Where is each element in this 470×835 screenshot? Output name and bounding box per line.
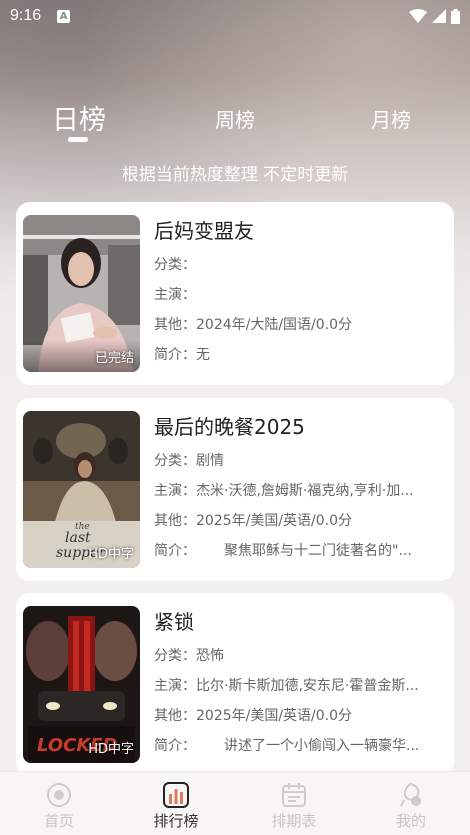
movie-title: 紧锁	[154, 610, 194, 634]
movie-card[interactable]: 已完结 后妈变盟友 分类： 主演： 其他：2024年/大陆/国语/0.0分 简介…	[16, 202, 454, 385]
tab-daily[interactable]: 日榜	[46, 98, 112, 137]
movie-cast: 主演：比尔·斯卡斯加德,安东尼·霍普金斯...	[154, 678, 419, 694]
movie-info: 后妈变盟友 分类： 主演： 其他：2024年/大陆/国语/0.0分 简介：无	[154, 216, 444, 366]
quality-badge: HD中字	[88, 547, 134, 562]
movie-intro: 简介： 聚焦耶稣与十二门徒著名的"...	[154, 543, 412, 559]
movie-cast: 主演：	[154, 287, 196, 303]
movie-other: 其他：2025年/美国/英语/0.0分	[154, 513, 353, 529]
movie-cast: 主演：杰米·沃德,詹姆斯·福克纳,亨利·加...	[154, 483, 414, 499]
wifi-icon	[409, 9, 427, 23]
movie-category: 分类：	[154, 257, 196, 273]
movie-category: 分类：恐怖	[154, 648, 224, 664]
status-icons	[409, 8, 460, 24]
movie-poster[interactable]: 已完结	[23, 215, 140, 372]
battery-icon	[451, 8, 460, 24]
status-badge: 已完结	[94, 351, 134, 366]
calendar-icon	[282, 783, 306, 807]
movie-card[interactable]: LOCKED HD中字 紧锁 分类：恐怖 主演：比尔·斯卡斯加德,安东尼·霍普金…	[16, 593, 454, 776]
nav-profile[interactable]: 我的	[371, 782, 451, 831]
active-tab-indicator	[68, 137, 88, 142]
movie-intro: 简介：无	[154, 347, 210, 363]
movie-intro: 简介： 讲述了一个小偷闯入一辆豪华...	[154, 738, 420, 754]
tab-monthly[interactable]: 月榜	[356, 104, 426, 133]
bottom-nav: 首页 排行榜 排期表 我的	[0, 771, 470, 835]
movie-poster[interactable]: the last supper HD中字	[23, 411, 140, 568]
ranking-subtitle: 根据当前热度整理 不定时更新	[121, 165, 349, 185]
status-time: 9:16	[10, 7, 42, 24]
movie-other: 其他：2025年/美国/英语/0.0分	[154, 708, 353, 724]
signal-icon	[432, 9, 446, 23]
quality-badge: HD中字	[88, 742, 134, 757]
notification-icon: A	[57, 9, 71, 23]
movie-info: 紧锁 分类：恐怖 主演：比尔·斯卡斯加德,安东尼·霍普金斯... 其他：2025…	[154, 607, 444, 757]
tab-weekly[interactable]: 周榜	[200, 104, 270, 133]
profile-icon	[400, 782, 421, 807]
movie-card[interactable]: the last supper HD中字 最后的晚餐2025 分类：剧情 主演：…	[16, 398, 454, 581]
nav-home[interactable]: 首页	[19, 782, 99, 831]
movie-title: 后妈变盟友	[154, 219, 254, 243]
status-bar: 9:16 A	[0, 0, 470, 32]
movie-category: 分类：剧情	[154, 453, 224, 469]
nav-ranking[interactable]: 排行榜	[136, 782, 216, 831]
movie-info: 最后的晚餐2025 分类：剧情 主演：杰米·沃德,詹姆斯·福克纳,亨利·加...…	[154, 412, 444, 562]
movie-poster[interactable]: LOCKED HD中字	[23, 606, 140, 763]
ranking-icon	[163, 782, 189, 808]
movie-other: 其他：2024年/大陆/国语/0.0分	[154, 317, 353, 333]
svg-text:last: last	[65, 530, 91, 546]
nav-schedule[interactable]: 排期表	[254, 782, 334, 831]
movie-title: 最后的晚餐2025	[154, 415, 305, 439]
home-icon	[47, 783, 71, 807]
